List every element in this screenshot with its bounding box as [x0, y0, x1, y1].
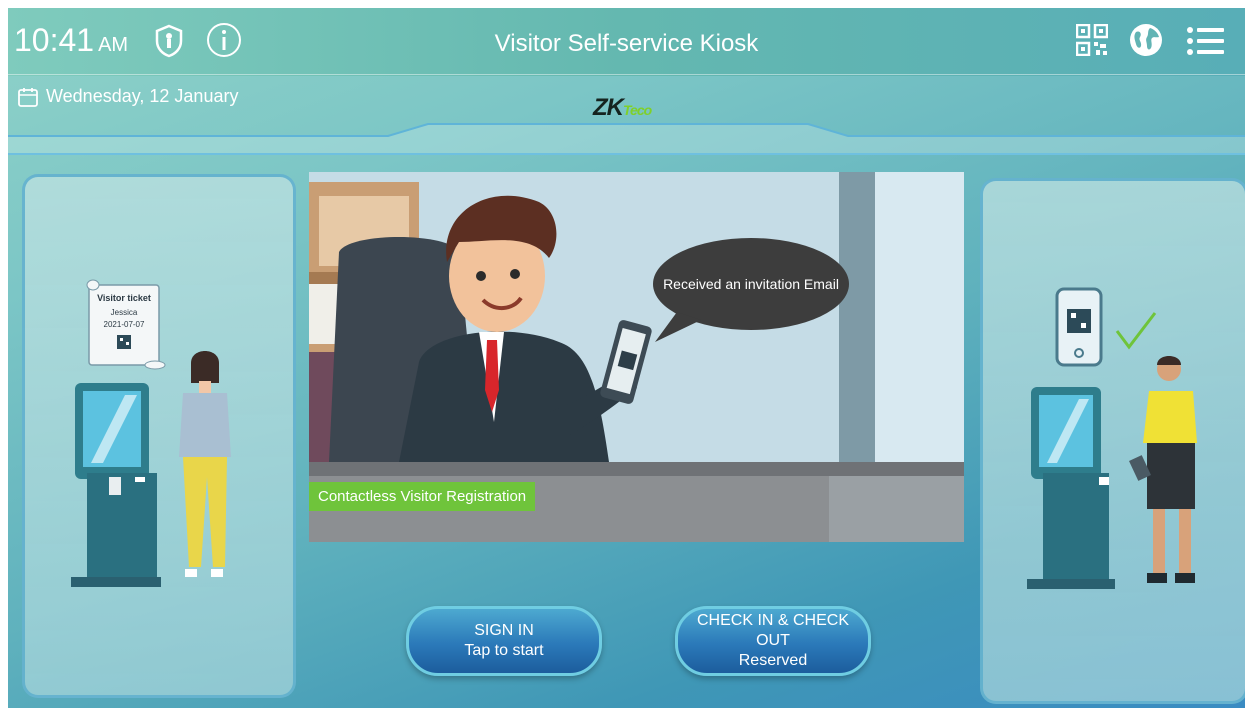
- right-info-panel: [980, 178, 1245, 704]
- globe-icon[interactable]: [1128, 22, 1164, 58]
- top-bar-divider: [8, 74, 1245, 75]
- kiosk-screen: 10:41 AM Visitor Self-service Kiosk Wedn…: [8, 8, 1245, 708]
- menu-icon[interactable]: [1186, 26, 1226, 56]
- left-info-panel: Visitor ticket Jessica 2021-07-07: [22, 174, 296, 698]
- date-text: Wednesday, 12 January: [46, 86, 239, 106]
- sign-in-label: SIGN IN: [474, 622, 534, 639]
- calendar-icon: [18, 87, 38, 107]
- speech-bubble-text: Received an invitation Email: [663, 276, 839, 292]
- video-caption: Contactless Visitor Registration: [309, 482, 536, 511]
- page-title: Visitor Self-service Kiosk: [494, 30, 759, 57]
- ticket-date: 2021-07-07: [104, 320, 145, 329]
- sign-in-sublabel: Tap to start: [464, 642, 544, 659]
- ticket-title: Visitor ticket: [97, 293, 151, 303]
- kiosk-qr-illustration: [1027, 287, 1197, 589]
- sign-in-button[interactable]: SIGN IN Tap to start: [406, 606, 602, 676]
- logo-suffix: Teco: [623, 102, 652, 118]
- check-in-out-button[interactable]: CHECK IN & CHECK OUT Reserved: [675, 606, 871, 676]
- promo-video[interactable]: Received an invitation Email Contactless…: [309, 172, 964, 542]
- brand-logo: ZKTeco: [593, 94, 652, 122]
- check-in-out-sublabel: Reserved: [738, 652, 808, 669]
- header-ribbon: [8, 123, 1245, 155]
- ticket-name: Jessica: [111, 308, 138, 317]
- check-in-out-label: CHECK IN & CHECK OUT: [696, 612, 850, 649]
- qr-code-icon[interactable]: [1075, 23, 1109, 57]
- logo-main: ZK: [593, 94, 624, 121]
- date-display: Wednesday, 12 January: [18, 86, 238, 107]
- kiosk-ticket-illustration: Visitor ticket Jessica 2021-07-07: [71, 279, 231, 587]
